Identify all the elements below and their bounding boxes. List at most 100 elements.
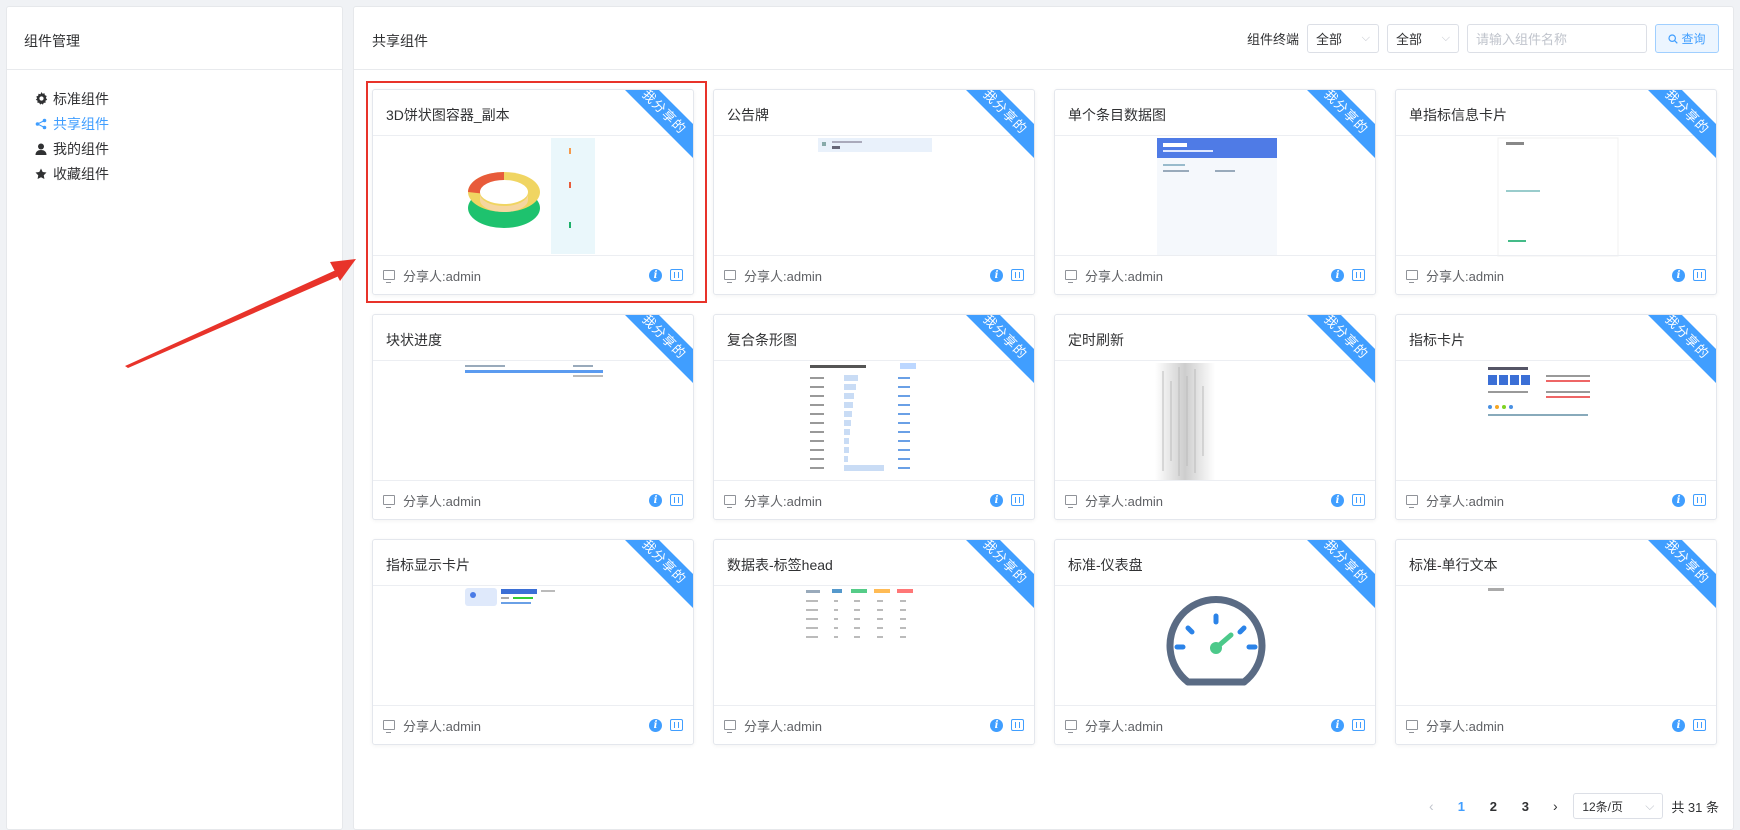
monitor-icon [383,270,395,283]
component-card[interactable]: 指标显示卡片 我分享的 分享人:admin i [372,539,694,745]
info-icon[interactable]: i [649,718,662,732]
component-card[interactable]: 单个条目数据图 我分享的 分享人:admin i [1054,89,1376,295]
sharer-label: 分享人:admin [1426,493,1505,509]
info-icon[interactable]: i [649,493,662,507]
component-card[interactable]: 复合条形图 我分享的 分享人:admin i [713,314,1035,520]
component-card[interactable]: 定时刷新 我分享的 分享人:admin i [1054,314,1376,520]
component-card[interactable]: 单指标信息卡片 我分享的 分享人:admin i [1395,89,1717,295]
page-size-select[interactable]: 12条/页 ⌵ [1573,793,1664,819]
monitor-icon [724,720,736,733]
card-thumbnail[interactable] [1055,586,1375,707]
card-thumbnail[interactable] [373,136,693,257]
card-footer: 分享人:admin i [1055,705,1375,744]
preview-icon[interactable] [1352,269,1365,281]
info-icon[interactable]: i [1331,493,1344,507]
card-thumbnail[interactable] [714,136,1034,257]
card-footer: 分享人:admin i [714,705,1034,744]
sharer-label: 分享人:admin [744,493,823,509]
card-footer: 分享人:admin i [1055,480,1375,519]
info-icon[interactable]: i [649,268,662,282]
card-thumbnail[interactable] [373,586,693,707]
info-icon[interactable]: i [990,718,1003,732]
category-select[interactable]: 全部 ⌵ [1387,24,1459,53]
component-card[interactable]: 标准-仪表盘 我分享的 分享人:admin i [1054,539,1376,745]
card-thumbnail[interactable] [1396,136,1716,257]
preview-icon[interactable] [1011,494,1024,506]
star-icon [34,167,48,181]
chevron-down-icon: ⌵ [1645,798,1655,813]
user-icon [34,142,48,156]
component-card[interactable]: 公告牌 我分享的 分享人:admin i [713,89,1035,295]
card-thumbnail[interactable] [714,586,1034,707]
page-1[interactable]: 1 [1449,793,1473,819]
card-thumbnail[interactable] [1396,361,1716,482]
preview-icon[interactable] [670,494,683,506]
category-select-value: 全部 [1396,32,1423,47]
card-thumbnail[interactable] [1055,361,1375,482]
sharer-label: 分享人:admin [1085,718,1164,734]
card-footer: 分享人:admin i [373,705,693,744]
monitor-icon [1406,270,1418,283]
page-2[interactable]: 2 [1481,793,1505,819]
sharer-label: 分享人:admin [1085,268,1164,284]
prev-page-button[interactable]: ‹ [1421,798,1441,814]
card-thumbnail[interactable] [1055,136,1375,257]
preview-icon[interactable] [670,719,683,731]
preview-icon[interactable] [1352,719,1365,731]
sidebar-title: 组件管理 [7,7,342,70]
page-title: 共享组件 [372,33,428,49]
card-footer: 分享人:admin i [714,480,1034,519]
pagination: ‹ 1 2 3 › 12条/页 ⌵ 共 31 条 [1421,793,1719,819]
preview-icon[interactable] [670,269,683,281]
card-footer: 分享人:admin i [1396,480,1716,519]
page-size-value: 12条/页 [1582,799,1623,814]
component-card[interactable]: 数据表-标签head 我分享的 分享人:admin i [713,539,1035,745]
next-page-button[interactable]: › [1545,798,1565,814]
page-3[interactable]: 3 [1513,793,1537,819]
sharer-label: 分享人:admin [403,718,482,734]
preview-icon[interactable] [1352,494,1365,506]
card-thumbnail[interactable] [1396,586,1716,707]
search-button[interactable]: 查询 [1655,24,1719,53]
preview-icon[interactable] [1693,494,1706,506]
card-thumbnail[interactable] [714,361,1034,482]
info-icon[interactable]: i [990,268,1003,282]
monitor-icon [1406,720,1418,733]
sidebar-panel: 组件管理 标准组件 共享组件 我的组件 收藏组件 [6,6,343,830]
card-footer: 分享人:admin i [714,255,1034,294]
sidebar-item-standard[interactable]: 标准组件 [34,86,342,111]
preview-icon[interactable] [1693,269,1706,281]
main-header: 共享组件 组件终端 全部 ⌵ 全部 ⌵ 请输入组件名称 查询 [354,7,1733,70]
sidebar-item-favorites[interactable]: 收藏组件 [34,161,342,186]
monitor-icon [724,270,736,283]
search-input[interactable]: 请输入组件名称 [1467,24,1647,53]
info-icon[interactable]: i [1672,268,1685,282]
sidebar-item-mine[interactable]: 我的组件 [34,136,342,161]
info-icon[interactable]: i [1331,268,1344,282]
monitor-icon [1065,270,1077,283]
monitor-icon [383,720,395,733]
card-thumbnail[interactable] [373,361,693,482]
card-footer: 分享人:admin i [1396,255,1716,294]
filter-bar: 组件终端 全部 ⌵ 全部 ⌵ 请输入组件名称 查询 [1247,24,1719,53]
component-card[interactable]: 指标卡片 我分享的 分享人:admin i [1395,314,1717,520]
component-card[interactable]: 标准-单行文本 我分享的 分享人:admin i [1395,539,1717,745]
preview-icon[interactable] [1011,269,1024,281]
sidebar-item-label: 我的组件 [53,140,109,157]
terminal-select[interactable]: 全部 ⌵ [1307,24,1379,53]
card-footer: 分享人:admin i [373,255,693,294]
info-icon[interactable]: i [1672,718,1685,732]
component-card[interactable]: 3D饼状图容器_副本 我分享的 分享人:admin i [372,89,694,295]
component-card[interactable]: 块状进度 我分享的 分享人:admin i [372,314,694,520]
monitor-icon [1406,495,1418,508]
info-icon[interactable]: i [990,493,1003,507]
sidebar-menu: 标准组件 共享组件 我的组件 收藏组件 [7,70,342,186]
info-icon[interactable]: i [1672,493,1685,507]
preview-icon[interactable] [1011,719,1024,731]
sidebar-item-shared[interactable]: 共享组件 [34,111,342,136]
info-icon[interactable]: i [1331,718,1344,732]
card-footer: 分享人:admin i [1055,255,1375,294]
card-footer: 分享人:admin i [1396,705,1716,744]
preview-icon[interactable] [1693,719,1706,731]
monitor-icon [383,495,395,508]
